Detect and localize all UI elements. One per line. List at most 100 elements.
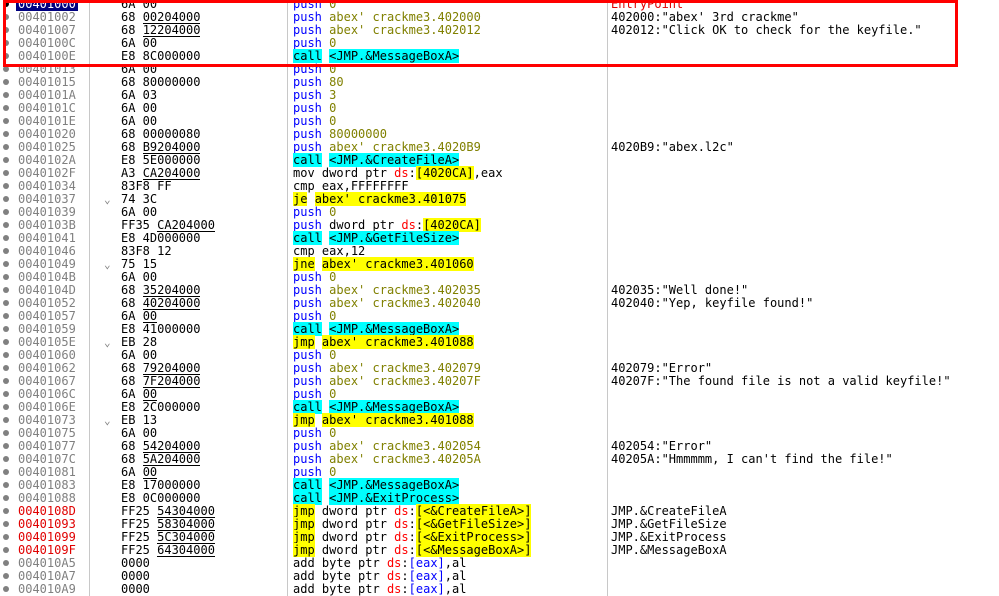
breakpoint-gutter[interactable] — [0, 24, 14, 37]
breakpoint-gutter[interactable] — [0, 50, 14, 63]
breakpoint-dot-icon — [3, 521, 9, 527]
breakpoint-gutter[interactable] — [0, 258, 14, 271]
breakpoint-gutter[interactable] — [0, 297, 14, 310]
mnemonic: push — [293, 36, 322, 50]
operand-colon: : — [408, 530, 416, 544]
breakpoint-dot-icon — [3, 430, 9, 436]
mnemonic: jmp — [293, 543, 315, 557]
breakpoint-gutter[interactable] — [0, 479, 14, 492]
breakpoint-dot-icon — [3, 14, 9, 20]
breakpoint-gutter[interactable] — [0, 76, 14, 89]
row-comment: JMP.&MessageBoxA — [611, 543, 727, 557]
breakpoint-dot-icon — [3, 300, 9, 306]
breakpoint-gutter[interactable] — [0, 219, 14, 232]
mnemonic: add — [293, 556, 315, 570]
breakpoint-gutter[interactable] — [0, 583, 14, 596]
breakpoint-gutter[interactable] — [0, 557, 14, 570]
breakpoint-gutter[interactable] — [0, 492, 14, 505]
bytes-prefix: 68 80000000 — [121, 75, 201, 89]
breakpoint-gutter[interactable] — [0, 193, 14, 206]
row-bytes: 0000 — [121, 583, 150, 596]
breakpoint-dot-icon — [3, 326, 9, 332]
breakpoint-gutter[interactable] — [0, 206, 14, 219]
breakpoint-gutter[interactable] — [0, 453, 14, 466]
mnemonic: push — [293, 270, 322, 284]
memory-operand: [eax] — [408, 556, 445, 570]
mnemonic: jmp — [293, 530, 315, 544]
breakpoint-gutter[interactable] — [0, 180, 14, 193]
mnemonic: push — [293, 10, 322, 24]
mnemonic: push — [293, 465, 322, 479]
breakpoint-gutter[interactable] — [0, 310, 14, 323]
breakpoint-gutter[interactable] — [0, 115, 14, 128]
breakpoint-dot-icon — [3, 339, 9, 345]
breakpoint-gutter[interactable] — [0, 362, 14, 375]
operand: 0 — [329, 270, 337, 284]
breakpoint-gutter[interactable] — [0, 336, 14, 349]
breakpoint-gutter[interactable] — [0, 427, 14, 440]
breakpoint-gutter[interactable] — [0, 11, 14, 24]
bytes-prefix: E8 0C000000 — [121, 491, 201, 505]
breakpoint-gutter[interactable] — [0, 154, 14, 167]
breakpoint-gutter[interactable] — [0, 544, 14, 557]
breakpoint-gutter[interactable] — [0, 401, 14, 414]
breakpoint-gutter[interactable] — [0, 128, 14, 141]
operand: 0 — [329, 205, 337, 219]
breakpoint-gutter[interactable] — [0, 518, 14, 531]
breakpoint-gutter[interactable] — [0, 284, 14, 297]
mnemonic: call — [293, 49, 322, 63]
breakpoint-gutter[interactable] — [0, 167, 14, 180]
breakpoint-gutter[interactable] — [0, 323, 14, 336]
breakpoint-gutter[interactable] — [0, 63, 14, 76]
breakpoint-gutter[interactable] — [0, 466, 14, 479]
breakpoint-gutter[interactable] — [0, 440, 14, 453]
breakpoint-dot-icon — [3, 248, 9, 254]
push-address-operand: abex' crackme3.402000 — [329, 10, 481, 24]
bytes-prefix: 68 — [121, 23, 143, 37]
breakpoint-gutter[interactable] — [0, 414, 14, 427]
bytes-prefix: 6A 03 — [121, 88, 158, 102]
bytes-prefix: 0000 — [121, 582, 150, 596]
mnemonic: jmp — [293, 413, 315, 427]
mnemonic: call — [293, 478, 322, 492]
breakpoint-dot-icon — [3, 170, 9, 176]
row-address: 004010A9 — [18, 582, 76, 596]
mnemonic: push — [293, 140, 322, 154]
operand-size: dword ptr — [321, 166, 395, 180]
bytes-prefix: E8 5E000000 — [121, 153, 201, 167]
operand-size: dword ptr — [321, 543, 395, 557]
breakpoint-gutter[interactable] — [0, 375, 14, 388]
segment-register: ds — [401, 218, 416, 232]
mnemonic: push — [293, 452, 322, 466]
breakpoint-gutter[interactable] — [0, 271, 14, 284]
memory-operand: [eax] — [408, 582, 445, 596]
breakpoint-gutter[interactable] — [0, 37, 14, 50]
bytes-prefix: A3 — [121, 166, 143, 180]
breakpoint-gutter[interactable] — [0, 505, 14, 518]
jump-target: abex' crackme3.401088 — [321, 413, 474, 427]
breakpoint-gutter[interactable] — [0, 102, 14, 115]
segment-register: ds — [394, 530, 409, 544]
bytes-prefix: 0000 — [121, 569, 150, 583]
breakpoint-gutter[interactable] — [0, 141, 14, 154]
mnemonic: push — [293, 218, 322, 232]
bytes-prefix: E8 4D000000 — [121, 231, 201, 245]
bytes-prefix: 6A 00 — [121, 62, 158, 76]
breakpoint-gutter[interactable] — [0, 570, 14, 583]
push-address-operand: abex' crackme3.4020B9 — [329, 140, 481, 154]
disasm-row[interactable]: 004010A9 0000 add byte ptr ds:[eax],al — [0, 583, 999, 596]
jump-target: abex' crackme3.401088 — [321, 335, 474, 349]
disassembly-view[interactable]: 00401000 6A 00 push 0 EntryPoint 00401002 68 … — [0, 0, 999, 596]
breakpoint-gutter[interactable] — [0, 89, 14, 102]
operand: 0 — [329, 309, 337, 323]
breakpoint-gutter[interactable] — [0, 0, 14, 11]
breakpoint-gutter[interactable] — [0, 349, 14, 362]
breakpoint-dot-icon — [3, 508, 9, 514]
breakpoint-gutter[interactable] — [0, 388, 14, 401]
breakpoint-gutter[interactable] — [0, 232, 14, 245]
breakpoint-gutter[interactable] — [0, 531, 14, 544]
operand-size: byte ptr — [321, 569, 387, 583]
breakpoint-gutter[interactable] — [0, 245, 14, 258]
breakpoint-dot-icon — [3, 391, 9, 397]
mnemonic: add — [293, 582, 315, 596]
